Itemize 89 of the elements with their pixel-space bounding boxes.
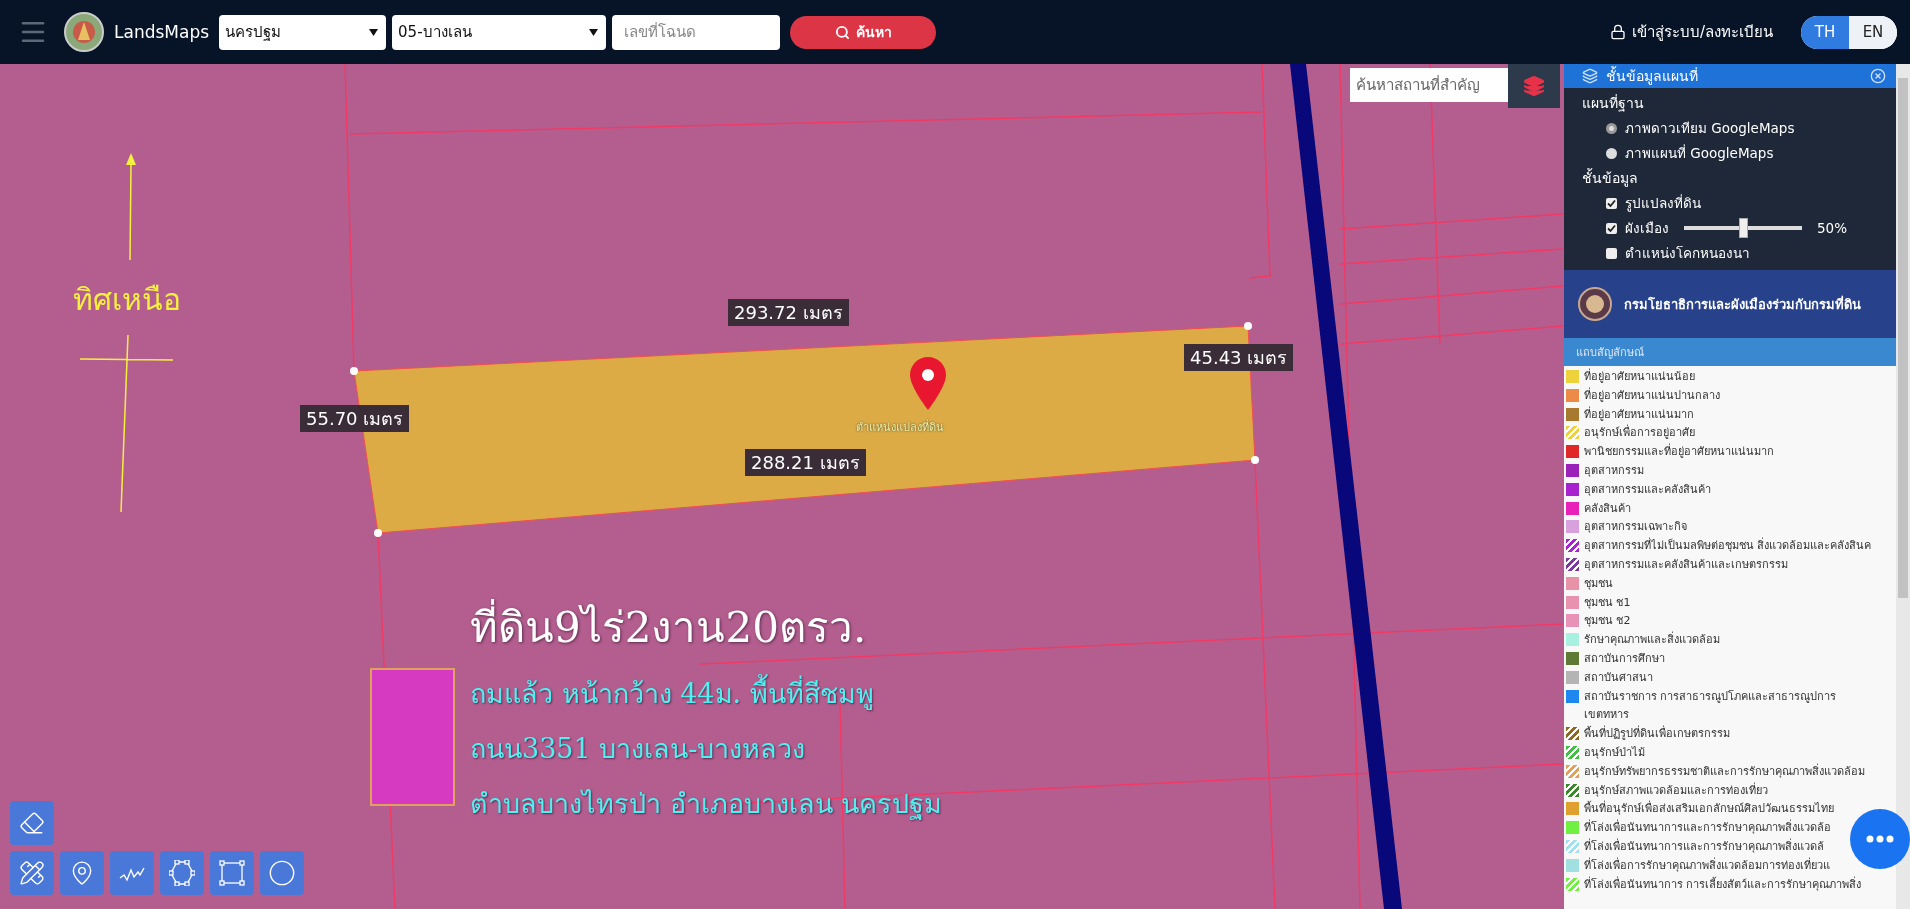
polyline-tool[interactable] [110,851,154,895]
base-map-option[interactable]: ภาพแผนที่ GoogleMaps [1625,142,1774,164]
legend-label: อนุรักษ์ทรัพยากรธรรมชาติและการรักษาคุณภาพสิ่งแวดล้อม [1584,762,1865,780]
legend-label: ที่โล่งเพื่อนันทนาการและการรักษาคุณภาพสิ่งแวดล้อ [1584,819,1831,837]
department-name: กรมโยธาธิการและผังเมืองร่วมกับกรมที่ดิน [1624,294,1861,314]
district-select[interactable]: 05-บางเลน [392,14,607,50]
land-description: ตำบลบางไทรป่า อำเภอบางเลน นครปฐม [470,787,943,822]
legend-label: ชุมชน ช1 [1584,594,1631,611]
legend-label: ที่อยู่อาศัยหนาแน่นปานกลาง [1584,386,1720,404]
legend-label: อุตสาหกรรมและคลังสินค้าและเกษตรกรรม [1584,556,1788,573]
place-search-field[interactable]: ค้นหาสถานที่สำคัญ [1350,68,1508,102]
layer-option[interactable]: ผังเมือง [1625,217,1669,239]
layer-option[interactable]: ตำแหน่งโคกหนองนา [1625,242,1750,264]
legend-label: อนุรักษ์สภาพแวดล้อมและการท่องเที่ยว [1584,781,1768,799]
search-button[interactable]: ค้นหา [790,15,937,49]
radio-button[interactable] [1606,147,1617,159]
legend-label: ที่โล่งเพื่อนันทนาการ การเลี้ยงสัตว์และการรักษาคุณภาพสิ่ง [1584,875,1862,893]
legend-label: ชุมชน [1584,575,1613,592]
legend-title: แถบสัญลักษณ์ [1576,345,1644,361]
layers-icon [1523,75,1545,97]
legend-label: อุตสาหกรรมและคลังสินค้า [1584,481,1711,498]
close-icon[interactable] [1870,68,1886,84]
radio-button[interactable] [1606,122,1617,134]
land-description: ถนน3351 บางเลน-บางหลวง [470,732,807,766]
panel-title: ชั้นข้อมูลแผนที่ [1606,65,1699,87]
legend-label: สถาบันราชการ การสาธารณูปโภคและสาธารณูปการ [1584,688,1837,705]
legend-label: อนุรักษ์ป่าไม้ [1584,744,1645,761]
search-icon [834,24,850,40]
land-size-title: ที่ดิน9ไร่2งาน20ตรว. [470,594,943,660]
circle-tool[interactable] [260,851,304,895]
legend-label: ที่อยู่อาศัยหนาแน่นน้อย [1584,368,1695,385]
language-tab[interactable]: TH [1801,15,1849,49]
rectangle-tool[interactable] [210,851,254,895]
caret-icon [589,28,599,36]
layers-icon [1582,68,1598,84]
checkbox[interactable] [1606,247,1617,259]
province-select[interactable]: นครปฐม [219,14,387,50]
legend-label: อนุรักษ์เพื่อการอยู่อาศัย [1584,424,1695,442]
base-map-heading: แผนที่ฐาน [1582,93,1645,114]
rectangle-icon [219,860,245,886]
map-pin-icon [910,357,946,410]
emblem-icon [64,12,104,52]
dots-icon [1866,835,1894,843]
deed-number-field[interactable]: เลขที่โฉนด [612,14,781,50]
legend-label: อุตสาหกรรมเฉพาะกิจ [1584,519,1687,536]
checkbox[interactable] [1606,222,1617,234]
layer-option[interactable]: รูปแปลงที่ดิน [1625,192,1701,214]
opacity-value: 50% [1817,220,1847,236]
legend-label: อุตสาหกรรมที่ไม่เป็นมลพิษต่อชุมชน สิ่งแวดล้อมและคลังสินค [1584,537,1872,555]
language-toggle[interactable]: TH EN [1801,15,1897,49]
land-description: ถมแล้ว หน้ากว้าง 44ม. พื้นที่สีชมพู [470,672,943,715]
circle-icon [268,859,296,887]
draw-tools-button[interactable] [10,851,54,895]
eraser-tool[interactable] [10,801,54,845]
legend-label: สถาบันการศึกษา [1584,650,1665,667]
polygon-tool[interactable] [160,851,204,895]
lock-icon [1609,24,1626,40]
caret-icon [369,28,379,36]
north-label: ทิศเหนือ [73,282,181,317]
base-map-option[interactable]: ภาพดาวเทียม GoogleMaps [1625,117,1795,139]
legend-label: สถาบันศาสนา [1584,669,1653,686]
distance-label: 288.21 เมตร [745,449,866,476]
legend-label: เขตทหาร [1584,707,1629,724]
distance-label: 45.43 เมตร [1184,344,1294,371]
checkbox[interactable] [1606,197,1617,209]
legend-label: รักษาคุณภาพและสิ่งแวดล้อม [1584,631,1720,649]
parcel-label: ตำแหน่งแปลงที่ดิน [856,421,944,434]
distance-label: 55.70 เมตร [300,405,410,432]
seal-icon [1578,287,1612,321]
legend-label: พื้นที่อนุรักษ์เพื่อส่งเสริมเอกลักษณ์ศิลปวัฒนธรรมไทย [1584,800,1834,818]
distance-label: 293.72 เมตร [728,299,849,326]
eraser-icon [19,810,45,836]
legend-label: อุตสาหกรรม [1584,463,1644,479]
legend-label: ที่โล่งเพื่อนันทนาการและการรักษาคุณภาพสิ่งแวดล้ [1584,837,1824,855]
legend-label: ชุมชน ช2 [1584,613,1631,630]
polygon-icon [169,860,195,886]
legend-label: คลังสินค้า [1584,500,1631,517]
app-name: LandsMaps [114,22,210,42]
layers-button[interactable] [1508,64,1560,108]
pencil-ruler-icon [19,860,45,886]
legend-label: ที่อยู่อาศัยหนาแน่นมาก [1584,405,1694,423]
login-link[interactable]: เข้าสู่ระบบ/ลงทะเบียน [1609,20,1773,44]
legend-label: พื้นที่ปฏิรูปที่ดินเพื่อเกษตรกรรม [1584,725,1730,743]
legend-label: ที่โล่งเพื่อการรักษาคุณภาพสิ่งแวดล้อมการท่องเที่ยวแ [1584,856,1830,874]
language-tab[interactable]: EN [1849,15,1897,49]
layers-heading: ชั้นข้อมูล [1582,167,1639,189]
legend-label: พานิชยกรรมและที่อยู่อาศัยหนาแน่นมาก [1584,443,1774,461]
marker-tool[interactable] [60,851,104,895]
map-canvas[interactable] [0,64,1564,909]
